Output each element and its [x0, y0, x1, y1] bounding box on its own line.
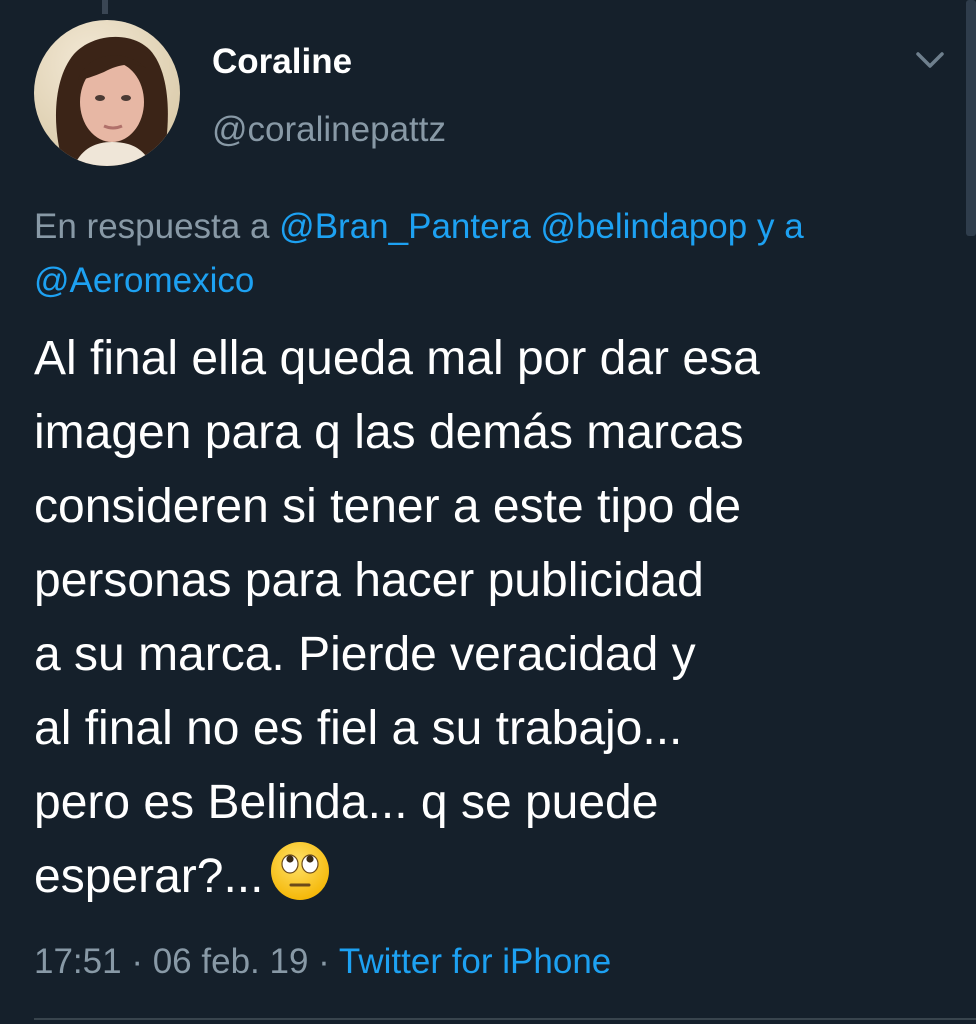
reply-conjunction[interactable]: y a [757, 207, 804, 246]
reply-context: En respuesta a @Bran_Pantera @belindapop… [34, 200, 954, 308]
meta-separator: · [318, 942, 330, 981]
tweet-time[interactable]: 17:51 [34, 942, 122, 981]
avatar[interactable] [34, 20, 180, 166]
meta-separator: · [131, 942, 143, 981]
mention-link[interactable]: @Aeromexico [34, 261, 254, 300]
tweet-meta: 17:51 · 06 feb. 19 · Twitter for iPhone [34, 938, 611, 986]
tweet-source-link[interactable]: Twitter for iPhone [339, 942, 611, 981]
tweet-detail-view: Coraline @coralinepattz En respuesta a @… [0, 0, 976, 1024]
rolling-eyes-emoji [271, 842, 330, 900]
scrollbar[interactable] [966, 0, 976, 236]
chevron-down-icon[interactable] [912, 46, 948, 74]
user-handle[interactable]: @coralinepattz [212, 108, 446, 152]
display-name[interactable]: Coraline [212, 40, 352, 84]
reply-prefix: En respuesta a [34, 207, 270, 246]
thread-connector [102, 0, 108, 14]
tweet-text: Al final ella queda mal por dar esa imag… [34, 322, 954, 914]
tweet-date[interactable]: 06 feb. 19 [153, 942, 309, 981]
mention-link[interactable]: @Bran_Pantera [279, 207, 531, 246]
avatar-image [34, 20, 180, 166]
divider [34, 1018, 976, 1020]
mention-link[interactable]: @belindapop [540, 207, 747, 246]
tweet-body: Al final ella queda mal por dar esa imag… [34, 332, 760, 903]
